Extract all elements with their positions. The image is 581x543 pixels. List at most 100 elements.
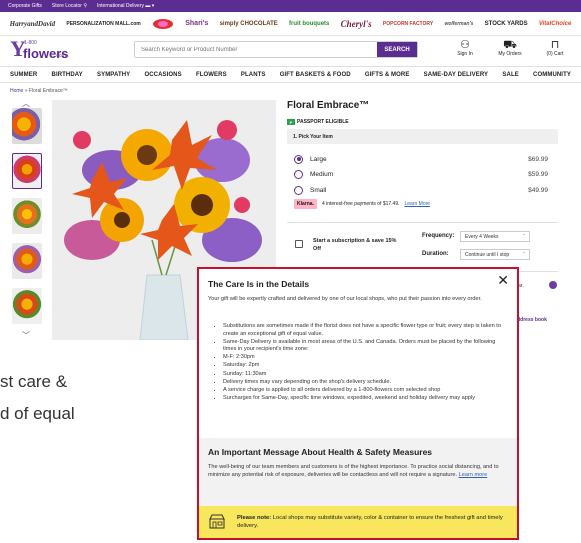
- brand-wolfermans[interactable]: wolferman's: [444, 21, 473, 27]
- nav-sympathy[interactable]: SYMPATHY: [97, 72, 130, 78]
- chevron-down-icon[interactable]: ﹀: [22, 330, 30, 341]
- bullet-surcharges: Surcharges for Same-Day, specific time w…: [223, 395, 508, 403]
- brand-sharis[interactable]: Shari's: [185, 20, 208, 27]
- option-large[interactable]: Large $69.99: [294, 153, 548, 165]
- radio-small[interactable]: [294, 185, 303, 195]
- bullet-same-day: Same-Day Delivery is available in most a…: [223, 339, 508, 354]
- nav-community[interactable]: COMMUNITY: [533, 72, 571, 78]
- nav-same-day[interactable]: SAME-DAY DELIVERY: [424, 72, 489, 78]
- nav-plants[interactable]: PLANTS: [241, 72, 266, 78]
- nav-summer[interactable]: SUMMER: [10, 72, 37, 78]
- klarna-text: 4 interest-free payments of $17.49.: [321, 201, 400, 207]
- modal-intro: Your gift will be expertly crafted and d…: [208, 296, 482, 302]
- klarna-learn-more-link[interactable]: Learn More: [405, 201, 431, 207]
- radio-large[interactable]: [294, 154, 303, 164]
- thumbnail-2[interactable]: [12, 153, 42, 189]
- brand-personalization-mall[interactable]: PERSONALIZATION MALL.com: [66, 21, 140, 27]
- brand-fruit-bouquets[interactable]: fruit bouquets: [289, 21, 329, 27]
- brand-popcorn-factory[interactable]: POPCORN FACTORY: [383, 21, 433, 27]
- please-note-body: Local shops may substitute variety, colo…: [237, 515, 503, 529]
- health-learn-more-link[interactable]: Learn more: [459, 472, 488, 478]
- chevron-down-icon: ▾: [151, 3, 155, 9]
- sign-in-button[interactable]: ⚇ Sign In: [450, 39, 480, 57]
- duration-label: Duration:: [422, 251, 449, 257]
- option-small[interactable]: Small $49.99: [294, 184, 548, 196]
- bullet-saturday-time: Saturday: 2pm: [223, 362, 508, 370]
- thumbnail-3[interactable]: [12, 198, 42, 234]
- description-line-2: d of equal: [0, 404, 75, 423]
- my-orders-button[interactable]: ⛟ My Orders: [495, 39, 525, 57]
- site-logo[interactable]: Y 1-800 flowers .com: [10, 38, 69, 64]
- radio-medium[interactable]: [294, 169, 303, 179]
- search-button[interactable]: SEARCH: [377, 42, 417, 57]
- nav-occasions[interactable]: OCCASIONS: [144, 72, 181, 78]
- please-note-banner: Please note: Local shops may substitute …: [199, 506, 517, 538]
- truck-icon: ⛟: [503, 39, 517, 51]
- bullet-weekday-time: M-F: 2:30pm: [223, 354, 508, 362]
- thumbnail-5[interactable]: [12, 288, 42, 324]
- brand-vital-choice[interactable]: VitalChoice: [539, 21, 571, 27]
- store-locator-label: Store Locator: [51, 3, 82, 9]
- option-large-price: $69.99: [528, 155, 548, 163]
- duration-select[interactable]: Continue until I stop: [460, 249, 530, 260]
- utility-bar: Corporate Gifts Store Locator ⚲ Internat…: [0, 0, 581, 12]
- option-small-label: Small: [310, 186, 327, 194]
- location-pin-icon: ⚲: [83, 3, 87, 9]
- cart-label: (0) Cart: [546, 51, 564, 57]
- brand-cheryls[interactable]: Cheryl's: [341, 19, 372, 29]
- thumbnail-strip: ︿ ﹀: [10, 98, 44, 340]
- brand-harry-david[interactable]: HarryandDavid: [10, 20, 56, 28]
- klarna-row: Klarna. 4 interest-free payments of $17.…: [294, 198, 430, 210]
- modal-title: The Care Is in the Details: [208, 279, 310, 289]
- product-title: Floral Embrace™: [287, 100, 370, 111]
- corporate-gifts-link[interactable]: Corporate Gifts: [8, 3, 42, 9]
- international-label: International Delivery: [97, 3, 144, 9]
- bullet-sunday-time: Sunday: 11:30am: [223, 371, 508, 379]
- option-medium[interactable]: Medium $59.99: [294, 168, 548, 180]
- search-input[interactable]: [135, 42, 377, 57]
- storefront-icon: [209, 514, 225, 529]
- thumbnail-4[interactable]: [12, 243, 42, 279]
- brand-shari-icon[interactable]: [152, 18, 174, 30]
- logo-com: .com: [55, 53, 66, 59]
- nav-flowers[interactable]: FLOWERS: [196, 72, 227, 78]
- search-bar: SEARCH: [134, 41, 418, 58]
- description-line-1: st care &: [0, 372, 68, 391]
- nav-sale[interactable]: SALE: [502, 72, 518, 78]
- nav-gifts-more[interactable]: GIFTS & MORE: [365, 72, 410, 78]
- my-orders-label: My Orders: [498, 51, 522, 57]
- option-medium-label: Medium: [310, 170, 334, 178]
- international-delivery-link[interactable]: International Delivery ▬ ▾: [97, 3, 154, 9]
- family-of-brands-bar: HarryandDavid PERSONALIZATION MALL.com S…: [0, 12, 581, 36]
- brand-simply-chocolate[interactable]: simply CHOCOLATE: [220, 21, 278, 27]
- health-safety-body: The well-being of our team members and c…: [208, 464, 499, 478]
- thumbnail-1[interactable]: [12, 108, 42, 144]
- nav-birthday[interactable]: BIRTHDAY: [52, 72, 83, 78]
- pick-item-header: 1. Pick Your Item: [287, 129, 558, 144]
- option-large-label: Large: [310, 155, 327, 163]
- health-safety-section: An Important Message About Health & Safe…: [199, 438, 517, 506]
- brand-stock-yards[interactable]: STOCK YARDS: [485, 21, 528, 27]
- user-icon: ⚇: [460, 39, 470, 51]
- description-excerpt: st care & d of equal: [0, 366, 75, 430]
- passport-icon: P: [287, 119, 295, 125]
- bag-icon: ⊓: [550, 39, 560, 51]
- cart-button[interactable]: ⊓ (0) Cart: [540, 39, 570, 57]
- health-safety-title: An Important Message About Health & Safe…: [208, 447, 433, 457]
- close-icon[interactable]: ✕: [497, 273, 509, 287]
- subscription-checkbox[interactable]: [295, 240, 303, 248]
- passport-badge: P PASSPORT ELIGIBLE: [287, 119, 349, 125]
- nav-gift-baskets[interactable]: GIFT BASKETS & FOOD: [280, 72, 351, 78]
- site-header: Y 1-800 flowers .com SEARCH ⚇ Sign In ⛟ …: [0, 36, 581, 66]
- modal-bullet-list: Substitutions are sometimes made if the …: [223, 323, 508, 403]
- please-note-label: Please note:: [237, 515, 272, 521]
- main-nav: SUMMER BIRTHDAY SYMPATHY OCCASIONS FLOWE…: [0, 66, 581, 83]
- bullet-delivery-times: Delivery times may vary depending on the…: [223, 379, 508, 387]
- health-safety-text: The well-being of our team members and c…: [208, 464, 510, 479]
- frequency-label: Frequency:: [422, 233, 455, 239]
- option-medium-price: $59.99: [528, 170, 548, 178]
- info-icon[interactable]: [549, 281, 557, 289]
- store-locator-link[interactable]: Store Locator ⚲: [52, 3, 87, 9]
- breadcrumb-home[interactable]: Home: [10, 88, 23, 94]
- frequency-select[interactable]: Every 4 Weeks: [460, 231, 530, 242]
